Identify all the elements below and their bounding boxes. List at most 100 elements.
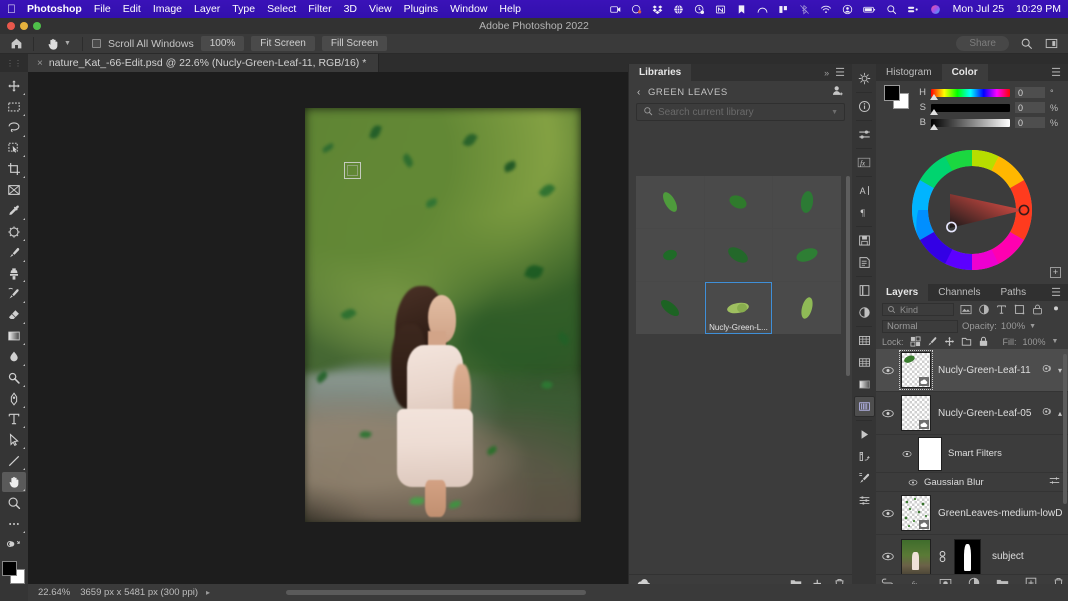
layer-name[interactable]: Nucly-Green-Leaf-05 [938,408,1035,419]
type-filter-icon[interactable] [995,303,1008,316]
layer-name[interactable]: GreenLeaves-medium-lowDens-9 [938,508,1062,519]
adjustment-filter-icon[interactable] [977,303,990,316]
search-icon[interactable] [1018,36,1034,52]
patterns-grid-icon[interactable] [854,352,875,373]
library-save-icon[interactable] [854,230,875,251]
hue-slider-handle[interactable] [930,93,938,100]
smart-filters-row[interactable]: Smart Filters [876,435,1068,473]
layers-scrollbar[interactable] [1063,354,1067,504]
dropbox-icon[interactable] [652,4,663,15]
add-swatch-icon[interactable]: + [1050,267,1061,278]
rectangular-marquee-tool[interactable] [2,97,26,117]
saturation-slider-handle[interactable] [930,108,938,115]
tweaks-icon[interactable] [854,68,875,89]
lasso-tool[interactable] [2,118,26,138]
opacity-value[interactable]: 100% [1001,321,1025,332]
tab-channels[interactable]: Channels [928,284,990,301]
library-asset-item[interactable] [773,229,841,281]
shape-filter-icon[interactable] [1013,303,1026,316]
chevron-down-icon[interactable]: ▼ [831,109,838,116]
panel-grip-icon[interactable]: ⋮⋮ [0,59,28,68]
paragraph-icon[interactable]: ¶ [854,202,875,223]
histogram-icon[interactable] [853,396,875,417]
smart-filter-icon[interactable] [1042,407,1053,419]
blend-mode-select[interactable]: Normal [882,319,958,333]
panel-menu-icon[interactable]: ☰ [1051,286,1061,299]
layer-thumbnail[interactable] [901,495,931,531]
zoom-level[interactable]: 22.64% [28,587,80,598]
zoom-tool[interactable] [2,493,26,513]
clock-circle-icon[interactable] [694,4,705,15]
layer-visibility-toggle[interactable] [882,366,894,375]
layer-visibility-toggle[interactable] [882,552,894,561]
bookmark-icon[interactable] [736,4,747,15]
line-shape-tool[interactable] [2,451,26,471]
brightness-slider-handle[interactable] [930,123,938,130]
clone-stamp-tool[interactable] [2,264,26,284]
table-row[interactable]: Nucly-Green-Leaf-05 ▴ [876,392,1068,435]
object-selection-tool[interactable] [2,139,26,159]
menu-item-photoshop[interactable]: Photoshop [27,3,82,15]
menu-item-filter[interactable]: Filter [308,3,331,15]
layer-name[interactable]: subject [988,551,1062,562]
link-icon[interactable] [938,550,947,563]
dodge-tool[interactable] [2,368,26,388]
home-icon[interactable] [8,36,24,52]
chevron-right-icon[interactable]: ▸ [206,588,210,597]
nvidia-icon[interactable] [715,4,726,15]
menu-item-type[interactable]: Type [232,3,255,15]
frame-tool[interactable] [2,180,26,200]
library-asset-item[interactable] [773,176,841,228]
rectangle-split-icon[interactable] [778,4,789,15]
smart-filters-thumbnail[interactable] [918,436,942,471]
eyedropper-tool[interactable] [2,201,26,221]
color-swatches[interactable] [2,561,26,585]
book-icon[interactable] [854,280,875,301]
eraser-tool[interactable] [2,305,26,325]
cleanmymac-icon[interactable] [631,4,642,15]
wifi-icon[interactable] [820,4,832,15]
library-search-input[interactable]: Search current library ▼ [636,103,845,121]
layer-visibility-toggle[interactable] [882,509,894,518]
color-wheel-icon[interactable] [910,148,1034,275]
lock-position-icon[interactable] [944,336,955,347]
smart-filter-effect-row[interactable]: Gaussian Blur [876,473,1068,492]
opacity-stepper-caret[interactable]: ▼ [1029,323,1036,330]
layer-name[interactable]: Nucly-Green-Leaf-11 [938,365,1035,376]
close-icon[interactable]: × [37,58,43,69]
layer-thumbnail[interactable] [901,538,931,575]
path-selection-tool[interactable] [2,430,26,450]
quick-mask-tool[interactable] [2,535,26,555]
zoom-100-button[interactable]: 100% [200,36,245,51]
share-button[interactable]: Share [956,36,1009,51]
hue-value[interactable]: 0 [1015,87,1045,98]
library-asset-item[interactable] [704,229,773,281]
panel-menu-icon[interactable]: ☰ [1051,66,1061,79]
menu-item-window[interactable]: Window [450,3,487,15]
menubar-date[interactable]: Mon Jul 25 [953,3,1004,15]
hue-slider[interactable] [930,88,1010,100]
color-panel-swatches[interactable] [884,85,910,109]
brightness-slider[interactable] [930,118,1010,130]
library-name[interactable]: GREEN LEAVES [648,87,728,98]
pen-tool[interactable] [2,389,26,409]
libraries-scrollbar[interactable] [846,176,850,376]
table-row[interactable]: subject [876,535,1068,578]
tab-color[interactable]: Color [941,64,988,81]
adjustments-circle-icon[interactable] [854,302,875,323]
apple-logo-icon[interactable]:  [7,3,16,15]
fill-value[interactable]: 100% [1023,337,1046,347]
spot-healing-brush-tool[interactable] [2,222,26,242]
hand-tool[interactable] [2,472,26,492]
layer-thumbnail[interactable] [899,350,933,390]
library-asset-item[interactable] [773,282,841,334]
layer-visibility-toggle[interactable] [882,409,894,418]
properties-icon[interactable] [854,490,875,511]
scroll-all-windows-checkbox[interactable] [91,39,101,48]
brightness-value[interactable]: 0 [1015,117,1045,128]
globe-icon[interactable] [673,4,684,15]
type-tool[interactable] [2,410,26,430]
chevron-double-right-icon[interactable]: » [824,68,829,78]
chevron-down-icon[interactable]: ▼ [64,40,71,47]
move-tool[interactable] [2,76,26,96]
